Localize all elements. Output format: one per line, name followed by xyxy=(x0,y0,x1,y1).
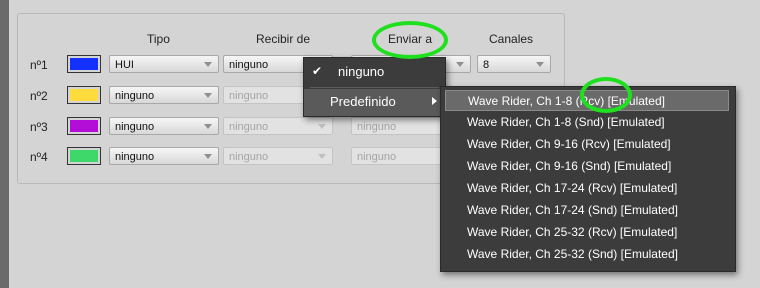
enviar-value: ninguno xyxy=(357,151,397,163)
color-fill xyxy=(70,120,98,132)
recibir-select: ninguno xyxy=(223,147,333,165)
column-header-recibir: Recibir de xyxy=(256,32,311,46)
submenu-item[interactable]: Wave Rider, Ch 17-24 (Rcv) [Emulated] xyxy=(445,178,729,199)
tipo-value: ninguno xyxy=(115,90,155,102)
chevron-down-icon xyxy=(204,124,212,129)
submenu-item[interactable]: Wave Rider, Ch 25-32 (Snd) [Emulated] xyxy=(445,244,729,265)
tipo-select[interactable]: ninguno xyxy=(109,147,219,165)
chevron-down-icon xyxy=(536,62,544,67)
recibir-value: ninguno xyxy=(229,90,269,102)
chevron-down-icon xyxy=(318,124,326,129)
column-header-canales: Canales xyxy=(489,32,534,46)
tipo-select[interactable]: HUI xyxy=(109,55,219,73)
menu-item-label: Predefinido xyxy=(330,94,396,109)
canales-value: 8 xyxy=(483,59,490,71)
row-label: nº1 xyxy=(30,58,48,72)
submenu-item[interactable]: Wave Rider, Ch 9-16 (Snd) [Emulated] xyxy=(445,156,729,177)
color-swatch[interactable] xyxy=(67,117,101,135)
tipo-select[interactable]: ninguno xyxy=(109,86,219,104)
color-swatch[interactable] xyxy=(67,86,101,104)
color-fill xyxy=(70,58,98,70)
menu-item-predefinido[interactable]: Predefinido xyxy=(304,89,445,116)
row-label: nº4 xyxy=(30,150,48,164)
chevron-down-icon xyxy=(456,62,464,67)
row-label: nº3 xyxy=(30,120,48,134)
menu-item-label: ninguno xyxy=(338,64,385,79)
enviar-value: ninguno xyxy=(357,121,397,133)
submenu-item[interactable]: Wave Rider, Ch 17-24 (Snd) [Emulated] xyxy=(445,200,729,221)
recibir-select: ninguno xyxy=(223,117,333,135)
chevron-down-icon xyxy=(204,93,212,98)
tipo-select[interactable]: ninguno xyxy=(109,117,219,135)
tipo-value: ninguno xyxy=(115,151,155,163)
menu-separator xyxy=(310,87,439,88)
color-swatch[interactable] xyxy=(67,147,101,165)
submenu-item[interactable]: Wave Rider, Ch 25-32 (Rcv) [Emulated] xyxy=(445,222,729,243)
submenu-item[interactable]: Wave Rider, Ch 9-16 (Rcv) [Emulated] xyxy=(445,134,729,155)
chevron-down-icon xyxy=(204,154,212,159)
window-edge xyxy=(0,0,9,288)
recibir-value: ninguno xyxy=(229,121,269,133)
chevron-right-icon xyxy=(432,97,437,105)
predefinido-submenu: Wave Rider, Ch 1-8 (Rcv) [Emulated] Wave… xyxy=(440,86,736,272)
chevron-down-icon xyxy=(204,62,212,67)
tipo-value: HUI xyxy=(115,59,134,71)
canales-select[interactable]: 8 xyxy=(477,55,551,73)
recibir-value: ninguno xyxy=(229,59,269,71)
chevron-down-icon xyxy=(318,154,326,159)
recibir-value: ninguno xyxy=(229,151,269,163)
row-label: nº2 xyxy=(30,89,48,103)
menu-item-ninguno[interactable]: ✔ ninguno xyxy=(304,58,445,87)
column-header-enviar: Enviar a xyxy=(388,32,433,46)
enviar-dropdown-menu: ✔ ninguno Predefinido xyxy=(303,57,446,117)
tipo-value: ninguno xyxy=(115,121,155,133)
color-fill xyxy=(70,89,98,101)
submenu-item[interactable]: Wave Rider, Ch 1-8 (Snd) [Emulated] xyxy=(445,112,729,133)
submenu-item[interactable]: Wave Rider, Ch 1-8 (Rcv) [Emulated] xyxy=(445,90,729,111)
checkmark-icon: ✔ xyxy=(312,64,323,78)
color-fill xyxy=(70,150,98,162)
color-swatch[interactable] xyxy=(67,55,101,73)
column-header-tipo: Tipo xyxy=(147,32,170,46)
